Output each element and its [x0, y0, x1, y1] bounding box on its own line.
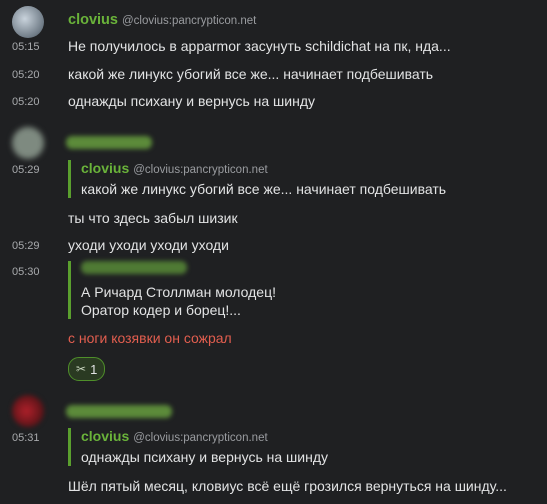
reply-text: однажды психану и вернусь на шинду	[81, 449, 328, 465]
reply-sender-name[interactable]: clovius	[81, 428, 129, 444]
timestamp: 05:29	[12, 164, 40, 176]
message-text: Не получилось в apparmor засунуть schild…	[68, 38, 451, 54]
timestamp: 05:20	[12, 69, 40, 81]
timestamp: 05:15	[12, 41, 40, 53]
reply-quote[interactable]: А Ричард Столлман молодец! Оратор кодер …	[68, 261, 276, 319]
reply-text-line: Оратор кодер и борец!...	[81, 302, 241, 318]
reaction-pill[interactable]: ✂ 1	[68, 357, 106, 381]
reply-quote[interactable]: clovius @clovius:pancrypticon.net какой ж…	[68, 160, 446, 198]
reply-text: какой же линукс убогий все же... начинае…	[81, 181, 447, 197]
message-text: какой же линукс убогий все же... начинае…	[68, 66, 434, 82]
message-text-colored: с ноги козявки он сожрал	[68, 330, 232, 346]
reply-sender-name-blurred[interactable]	[81, 261, 276, 279]
avatar-blurred[interactable]	[12, 127, 44, 159]
reply-sender-name[interactable]: clovius	[81, 160, 129, 176]
reply-quote[interactable]: clovius @clovius:pancrypticon.net однажды…	[68, 428, 328, 466]
message-text: однажды психану и вернусь на шинду	[68, 93, 315, 109]
timestamp: 05:29	[12, 240, 40, 252]
reply-sender-id: @clovius:pancrypticon.net	[133, 432, 268, 444]
scissors-icon: ✂	[76, 362, 87, 376]
sender-name-blurred[interactable]	[66, 136, 152, 154]
avatar-clovius[interactable]	[12, 6, 44, 38]
sender-name[interactable]: clovius	[68, 12, 118, 28]
timestamp: 05:20	[12, 96, 40, 108]
message-text: Шёл пятый месяц, кловиус всё ещё грозилс…	[68, 478, 507, 494]
sender-user-id: @clovius:pancrypticon.net	[121, 15, 257, 27]
timestamp: 05:30	[12, 266, 40, 278]
avatar-blurred[interactable]	[12, 395, 44, 427]
timestamp: 05:31	[12, 432, 40, 444]
message-text: ты что здесь забыл шизик	[68, 210, 238, 226]
reply-text-line: А Ричард Столлман молодец!	[81, 284, 276, 300]
reaction-count: 1	[90, 361, 98, 377]
reply-sender-id: @clovius:pancrypticon.net	[133, 164, 268, 176]
sender-header: clovius @clovius:pancrypticon.net	[68, 11, 256, 29]
message-text: уходи уходи уходи уходи	[68, 237, 229, 253]
sender-name-blurred[interactable]	[66, 405, 172, 423]
